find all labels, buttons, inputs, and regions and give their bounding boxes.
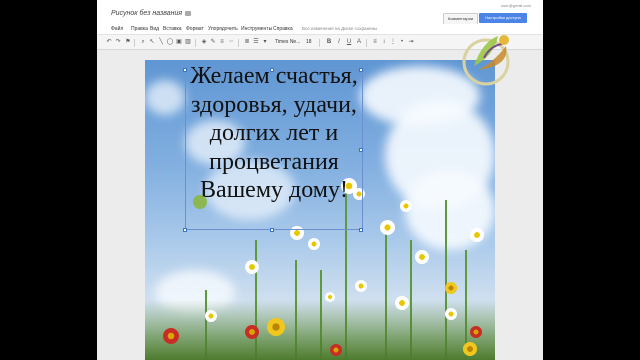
- undo-icon[interactable]: ↶: [105, 38, 113, 47]
- resize-handle-bottom[interactable]: [270, 228, 274, 232]
- line-weight-icon[interactable]: ≡: [218, 38, 226, 47]
- menu-file[interactable]: Файл: [111, 26, 123, 32]
- select-icon[interactable]: ↖: [148, 38, 156, 47]
- menu-arrange[interactable]: Упорядочить: [208, 26, 238, 32]
- underline-button[interactable]: U: [345, 38, 353, 47]
- channel-logo-icon: [462, 35, 510, 86]
- menu-tools[interactable]: Инструменты: [241, 26, 272, 32]
- resize-handle-bottom-right[interactable]: [359, 228, 363, 232]
- greeting-line: Вашему дому!: [200, 177, 348, 203]
- greeting-line: долгих лет и: [209, 120, 339, 146]
- fill-color-icon[interactable]: ◈: [200, 38, 208, 47]
- mouse-cursor-highlight: [193, 195, 207, 209]
- image-icon[interactable]: ▨: [184, 38, 192, 47]
- list-icon[interactable]: ☰: [252, 38, 260, 47]
- user-account[interactable]: user@gmail.com: [501, 3, 531, 8]
- menu-format[interactable]: Формат: [186, 26, 204, 32]
- more-icon[interactable]: ▾: [261, 38, 269, 47]
- menu-view[interactable]: Вид: [150, 26, 159, 32]
- menu-insert[interactable]: Вставка: [163, 26, 182, 32]
- font-size-select[interactable]: 18: [306, 38, 316, 47]
- resize-handle-bottom-left[interactable]: [183, 228, 187, 232]
- zoom-icon[interactable]: ⌕: [139, 38, 147, 47]
- align-text-icon[interactable]: ≡: [371, 38, 379, 47]
- greeting-line: процветания: [209, 148, 339, 175]
- paint-format-icon[interactable]: ⚑: [124, 38, 132, 47]
- greeting-line: здоровья, удачи,: [191, 91, 357, 118]
- align-icon[interactable]: ≣: [243, 38, 251, 47]
- bulleted-list-icon[interactable]: •: [398, 38, 406, 47]
- shape-icon[interactable]: ◯: [166, 38, 174, 47]
- star-icon[interactable]: ☆: [174, 9, 180, 17]
- italic-button[interactable]: I: [335, 38, 343, 47]
- text-box-icon[interactable]: ▣: [175, 38, 183, 47]
- menu-edit[interactable]: Правка: [131, 26, 148, 32]
- document-title[interactable]: Рисунок без названия: [111, 10, 182, 17]
- line-color-icon[interactable]: ✎: [209, 38, 217, 47]
- indent-icon[interactable]: ⇥: [407, 38, 415, 47]
- redo-icon[interactable]: ↷: [114, 38, 122, 47]
- menu-help[interactable]: Справка: [273, 26, 293, 32]
- greeting-text[interactable]: Желаем счастья, здоровья, удачи, долгих …: [185, 62, 363, 205]
- numbered-list-icon[interactable]: ⋮: [389, 38, 397, 47]
- save-status: Все изменения на Диске сохранены: [302, 26, 378, 31]
- line-dash-icon[interactable]: ┄: [227, 38, 235, 47]
- folder-icon[interactable]: [185, 11, 191, 16]
- font-select[interactable]: Times Ne...: [275, 38, 301, 47]
- greeting-line: Желаем счастья,: [190, 63, 358, 89]
- text-color-icon[interactable]: A: [355, 38, 363, 47]
- title-bar: Рисунок без названия ☆ user@gmail.com Ко…: [97, 0, 543, 25]
- line-spacing-icon[interactable]: ↕: [380, 38, 388, 47]
- line-icon[interactable]: ╲: [157, 38, 165, 47]
- bold-button[interactable]: B: [325, 38, 333, 47]
